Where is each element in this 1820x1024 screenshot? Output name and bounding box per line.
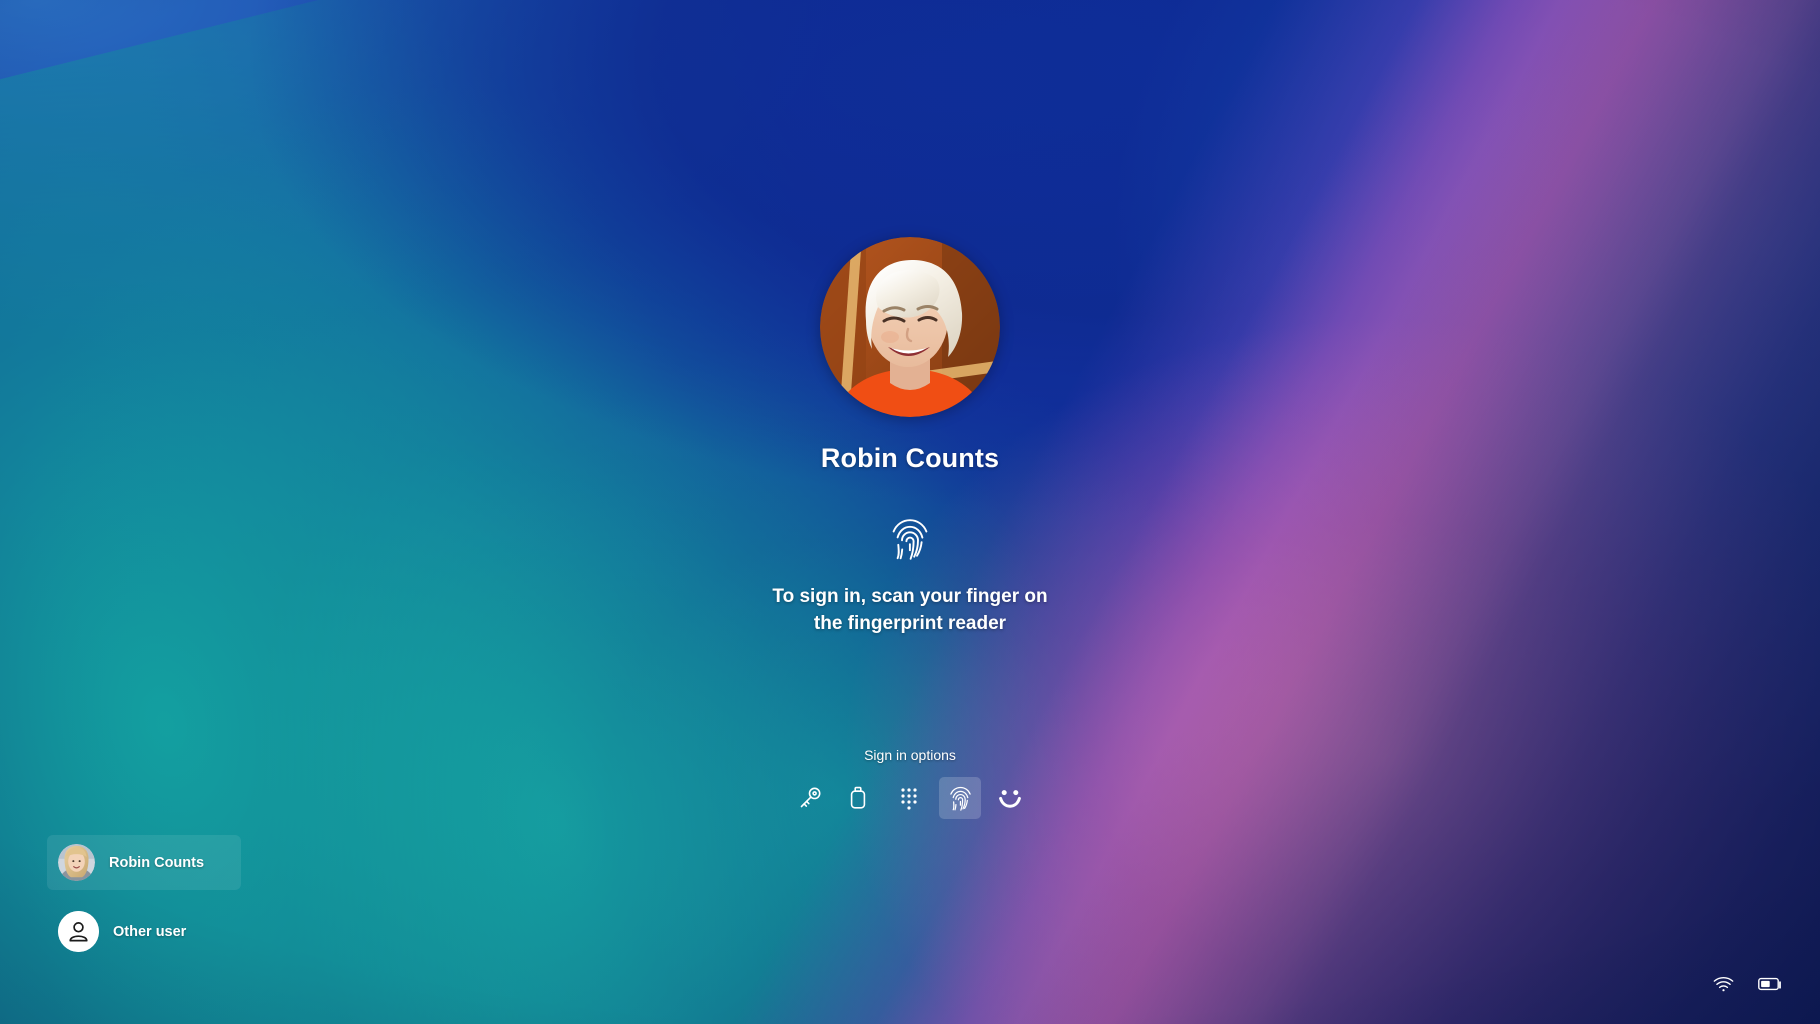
wifi-icon[interactable] [1713, 976, 1734, 992]
signin-prompt-line-1: To sign in, scan your finger on [772, 586, 1048, 607]
signin-options: Sign in options [0, 747, 1820, 819]
usb-key-icon [847, 785, 873, 811]
user-tile-label: Robin Counts [109, 854, 205, 871]
signin-option-password[interactable] [789, 777, 831, 819]
avatar [820, 237, 1000, 417]
fingerprint-icon [948, 785, 973, 812]
signin-option-security-key[interactable] [839, 777, 881, 819]
pin-keypad-icon [897, 785, 923, 811]
signin-options-row [789, 777, 1031, 819]
fingerprint-icon [890, 516, 930, 562]
signin-options-label[interactable]: Sign in options [864, 747, 956, 763]
signin-option-face[interactable] [989, 777, 1031, 819]
face-smile-icon [996, 784, 1024, 812]
user-tile-label: Other user [113, 923, 187, 940]
user-tile-robin-counts[interactable]: Robin Counts [47, 835, 241, 890]
signin-panel: Robin Counts To sign in, scan your finge… [0, 0, 1820, 638]
user-list: Robin Counts Other user [47, 835, 241, 961]
key-icon [797, 785, 823, 811]
signin-option-fingerprint[interactable] [939, 777, 981, 819]
signin-option-pin[interactable] [889, 777, 931, 819]
page-title: Robin Counts [820, 443, 1000, 473]
system-tray [1713, 976, 1782, 992]
person-icon [58, 911, 99, 952]
battery-icon[interactable] [1758, 977, 1782, 991]
avatar [58, 844, 95, 881]
signin-prompt: To sign in, scan your finger on the fing… [772, 584, 1047, 638]
signin-prompt-line-2: the fingerprint reader [813, 612, 1007, 634]
user-tile-other-user[interactable]: Other user [47, 902, 241, 961]
lock-screen: Robin Counts To sign in, scan your finge… [0, 0, 1820, 1024]
